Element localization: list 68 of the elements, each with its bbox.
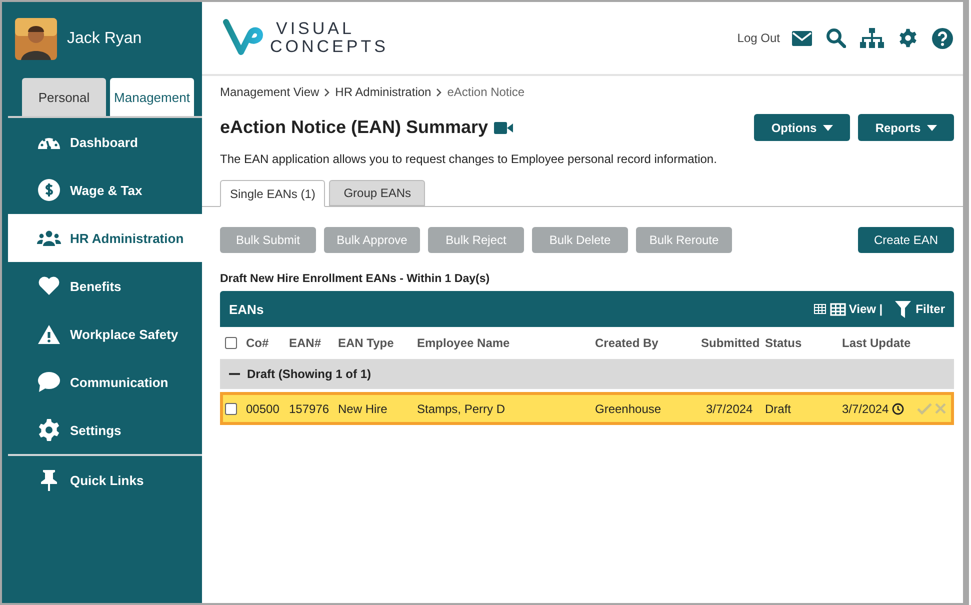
filter-link[interactable]: Filter <box>894 300 945 318</box>
logo-text: VISUAL CONCEPTS <box>270 20 388 56</box>
pushpin-icon <box>40 469 58 491</box>
role-tab[interactable]: Personal <box>22 78 106 116</box>
column-header: Created By <box>595 336 660 350</box>
table-cell-text: New Hire <box>338 402 388 416</box>
nav-item[interactable]: Workplace Safety <box>8 310 202 358</box>
table-cell-text: 3/7/2024 <box>705 402 754 416</box>
nav-item[interactable]: Dashboard <box>8 118 202 166</box>
caret-icon <box>822 124 833 130</box>
nav-item[interactable]: Benefits <box>8 262 202 310</box>
grid-icon[interactable] <box>814 304 826 314</box>
breadcrumb-item[interactable]: Management View <box>220 85 320 99</box>
role-tab[interactable]: Management <box>110 78 194 116</box>
mail-icon[interactable] <box>792 30 812 46</box>
column-header: Employee Name <box>417 336 511 350</box>
people-icon <box>37 229 61 247</box>
dropdown-button[interactable]: Options <box>754 114 850 141</box>
nav-item[interactable]: Wage & Tax <box>8 166 202 214</box>
breadcrumb-item: eAction Notice <box>447 85 525 99</box>
column-header: Status <box>765 336 803 350</box>
video-icon[interactable] <box>494 122 514 134</box>
dropdown-button[interactable]: Reports <box>858 114 954 141</box>
column-header: EAN# <box>289 336 322 350</box>
breadcrumb-item[interactable]: HR Administration <box>335 85 432 99</box>
select-all-checkbox[interactable] <box>225 337 237 349</box>
clock-icon <box>892 402 904 414</box>
chevron-icon <box>324 88 330 96</box>
hierarchy-icon[interactable] <box>860 28 884 48</box>
nav-item[interactable]: Settings <box>8 406 202 454</box>
speech-bubble-icon <box>37 371 61 393</box>
table-cell-text: 157976 <box>289 402 330 416</box>
user-name: Jack Ryan <box>67 30 142 48</box>
dollar-icon <box>37 178 61 202</box>
logout-link[interactable]: Log Out <box>737 31 780 45</box>
table-cell: 3/7/2024 <box>842 402 889 416</box>
grid-icon <box>830 302 846 316</box>
page-description: The EAN application allows you to request changes to Employee personal record information. <box>220 152 718 166</box>
column-header: Co# <box>246 336 270 350</box>
tab[interactable]: Group EANs <box>329 180 426 206</box>
column-header: Last Update <box>842 336 912 350</box>
table-cell-text: Draft <box>765 402 792 416</box>
chevron-icon <box>436 88 442 96</box>
settings-icon[interactable] <box>898 28 918 48</box>
filter-icon <box>894 300 911 318</box>
nav-item[interactable]: Communication <box>8 358 202 406</box>
nav-item[interactable]: Quick Links <box>8 456 202 504</box>
table-title: EANs <box>229 302 264 316</box>
tab[interactable]: Single EANs (1) <box>220 180 326 207</box>
help-icon[interactable] <box>932 28 953 48</box>
table-cell-text: Stamps, Perry D <box>417 402 506 416</box>
nav-item[interactable]: HR Administration <box>8 214 202 262</box>
section-title: Draft New Hire Enrollment EANs - Within 1 Day(s) <box>220 273 491 285</box>
column-header: Submitted <box>701 336 761 350</box>
warning-icon <box>37 324 61 344</box>
table-cell-text: Greenhouse <box>595 402 662 416</box>
caret-icon <box>926 124 937 130</box>
page-title: eAction Notice (EAN) Summary <box>220 117 488 138</box>
column-header: EAN Type <box>338 336 395 350</box>
view-link[interactable]: View | <box>830 302 883 316</box>
gear-icon <box>37 418 61 442</box>
heart-icon <box>37 276 61 296</box>
table-row[interactable]: 00500 157976 New Hire Stamps, Perry D Greenhouse 3/7/2024 Draft 3/7/2024 <box>220 392 954 425</box>
group-label: Draft (Showing 1 of 1) <box>247 367 371 381</box>
search-icon[interactable] <box>826 28 846 48</box>
row-checkbox[interactable] <box>225 402 237 414</box>
table-cell-text: 00500 <box>246 402 280 416</box>
create-button[interactable]: Create EAN <box>858 227 954 253</box>
